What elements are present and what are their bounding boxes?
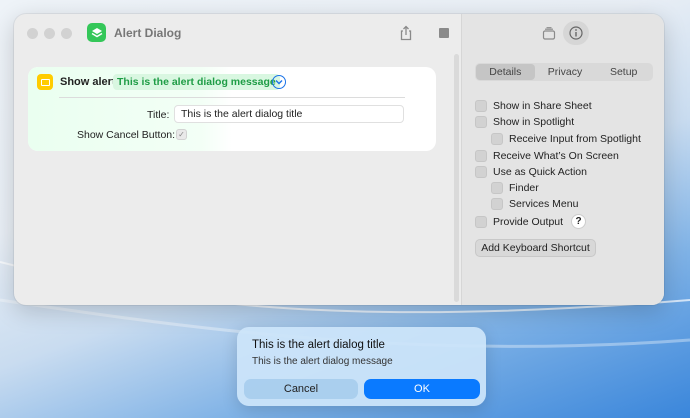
alert-dialog: This is the alert dialog title This is t… bbox=[237, 327, 486, 406]
checkbox[interactable] bbox=[475, 116, 487, 128]
option-label: Receive What’s On Screen bbox=[493, 150, 619, 162]
checkbox[interactable] bbox=[475, 215, 487, 228]
zoom-window-button[interactable] bbox=[61, 28, 72, 39]
library-button[interactable] bbox=[537, 21, 561, 45]
checkbox[interactable] bbox=[491, 133, 503, 145]
checkbox[interactable] bbox=[475, 150, 487, 162]
option-label: Show in Share Sheet bbox=[493, 100, 592, 112]
action-divider bbox=[59, 97, 405, 98]
tab-privacy[interactable]: Privacy bbox=[536, 63, 595, 81]
stop-icon bbox=[439, 28, 449, 38]
checkbox[interactable] bbox=[475, 166, 487, 178]
option-label: Show in Spotlight bbox=[493, 116, 575, 128]
info-icon bbox=[569, 26, 583, 40]
option-label: Provide Output bbox=[493, 215, 564, 228]
cancel-button[interactable]: Cancel bbox=[244, 379, 358, 399]
minimize-window-button[interactable] bbox=[44, 28, 55, 39]
option-services-menu[interactable]: Services Menu bbox=[491, 198, 578, 210]
option-spotlight-input[interactable]: Receive Input from Spotlight bbox=[491, 133, 641, 145]
title-field-label: Title: bbox=[147, 109, 170, 121]
details-tabs: Details Privacy Setup bbox=[475, 63, 653, 81]
checkbox[interactable] bbox=[475, 100, 487, 112]
help-button[interactable]: ? bbox=[571, 214, 587, 229]
close-window-button[interactable] bbox=[27, 28, 38, 39]
library-icon bbox=[542, 26, 556, 40]
alert-message: This is the alert dialog message bbox=[252, 356, 393, 367]
option-label: Use as Quick Action bbox=[493, 166, 587, 178]
option-whats-on-screen[interactable]: Receive What’s On Screen bbox=[475, 150, 619, 162]
show-cancel-checkbox[interactable]: ✓ bbox=[176, 129, 187, 140]
share-icon bbox=[400, 25, 412, 41]
stop-button[interactable] bbox=[431, 21, 457, 45]
info-button[interactable] bbox=[563, 21, 589, 45]
shortcut-editor-window: Alert Dialog Show alert This is the aler… bbox=[14, 14, 664, 305]
action-label: Show alert bbox=[60, 76, 116, 88]
shortcuts-app-icon bbox=[87, 23, 106, 42]
title-field-value: This is the alert dialog title bbox=[181, 108, 303, 120]
show-cancel-label: Show Cancel Button: bbox=[77, 129, 176, 141]
alert-action-icon bbox=[37, 74, 53, 90]
option-provide-output[interactable]: Provide Output? bbox=[475, 214, 587, 229]
option-spotlight[interactable]: Show in Spotlight bbox=[475, 116, 574, 128]
alert-title: This is the alert dialog title bbox=[252, 339, 385, 351]
option-share-sheet[interactable]: Show in Share Sheet bbox=[475, 100, 592, 112]
option-label: Finder bbox=[509, 182, 539, 194]
tab-details[interactable]: Details bbox=[476, 64, 535, 80]
ok-button[interactable]: OK bbox=[364, 379, 480, 399]
chevron-down-icon[interactable] bbox=[272, 75, 286, 89]
tab-setup[interactable]: Setup bbox=[594, 63, 653, 81]
add-keyboard-shortcut-button[interactable]: Add Keyboard Shortcut bbox=[475, 239, 596, 257]
checkbox[interactable] bbox=[491, 198, 503, 210]
checkbox[interactable] bbox=[491, 182, 503, 194]
show-alert-action-card[interactable]: Show alert This is the alert dialog mess… bbox=[28, 67, 436, 151]
option-label: Services Menu bbox=[509, 198, 579, 210]
window-title: Alert Dialog bbox=[114, 26, 182, 40]
option-finder[interactable]: Finder bbox=[491, 182, 539, 194]
option-label: Receive Input from Spotlight bbox=[509, 133, 641, 145]
share-button[interactable] bbox=[393, 21, 419, 45]
editor-scrollbar[interactable] bbox=[454, 54, 459, 302]
option-quick-action[interactable]: Use as Quick Action bbox=[475, 166, 587, 178]
title-field[interactable]: This is the alert dialog title bbox=[174, 105, 404, 123]
message-token[interactable]: This is the alert dialog message bbox=[113, 74, 280, 90]
